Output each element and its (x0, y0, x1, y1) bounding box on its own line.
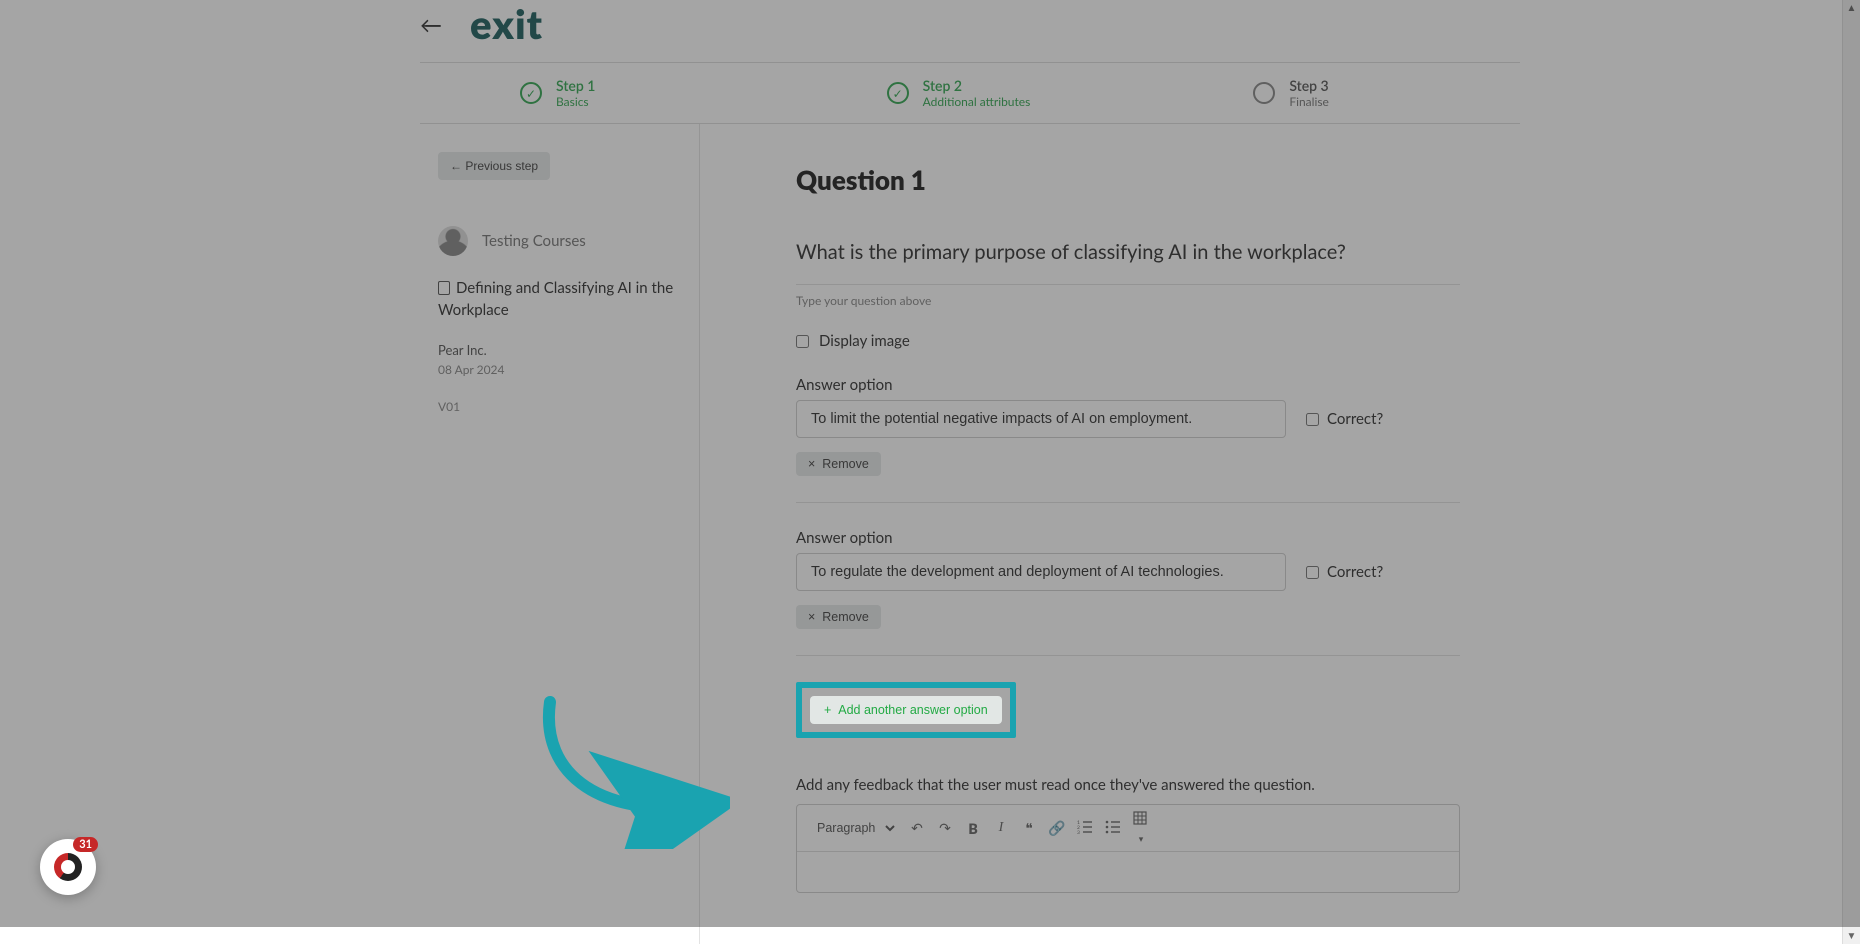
close-icon: × (808, 457, 815, 471)
answer-option: Answer option Correct? × Remove (796, 376, 1460, 476)
circle-icon (1253, 82, 1275, 104)
scroll-down-icon[interactable]: ▼ (1843, 930, 1860, 942)
remove-answer-button[interactable]: × Remove (796, 605, 881, 629)
document-icon (438, 281, 450, 295)
step-1[interactable]: ✓ Step 1 Basics (420, 63, 787, 123)
correct-checkbox[interactable] (1306, 566, 1319, 579)
feedback-editor: Paragraph ↶ ↷ B I ❝ 🔗 123 (796, 804, 1460, 893)
scroll-up-icon[interactable]: ▲ (1843, 2, 1860, 14)
help-icon (54, 853, 82, 881)
answer-input[interactable] (796, 400, 1286, 438)
svg-text:3: 3 (1077, 830, 1080, 834)
question-heading: Question 1 (796, 164, 1460, 196)
answer-label: Answer option (796, 376, 1460, 394)
add-answer-button[interactable]: + Add another answer option (810, 696, 1002, 724)
table-icon[interactable]: ▾ (1132, 811, 1150, 845)
document-date: 08 Apr 2024 (438, 362, 681, 377)
help-bubble[interactable]: 31 (40, 839, 96, 895)
display-image-checkbox[interactable] (796, 335, 809, 348)
brand-logo: exit (470, 0, 543, 48)
close-icon: × (808, 610, 815, 624)
correct-checkbox[interactable] (1306, 413, 1319, 426)
question-hint: Type your question above (796, 293, 1460, 308)
step-title: Step 3 (1289, 77, 1329, 94)
undo-icon[interactable]: ↶ (908, 819, 926, 837)
document-title: Defining and Classifying AI in the Workp… (438, 278, 681, 322)
back-arrow-icon[interactable]: ← (420, 11, 442, 38)
user-name: Testing Courses (482, 232, 586, 250)
stepper: ✓ Step 1 Basics ✓ Step 2 Additional attr… (420, 62, 1520, 124)
unordered-list-icon[interactable] (1104, 820, 1122, 837)
sidebar: ← Previous step Testing Courses Defining… (420, 124, 700, 944)
step-2[interactable]: ✓ Step 2 Additional attributes (787, 63, 1154, 123)
editor-toolbar: Paragraph ↶ ↷ B I ❝ 🔗 123 (797, 805, 1459, 852)
step-3[interactable]: Step 3 Finalise (1153, 63, 1520, 123)
check-icon: ✓ (887, 82, 909, 104)
correct-toggle[interactable]: Correct? (1306, 410, 1383, 428)
feedback-label: Add any feedback that the user must read… (796, 776, 1460, 794)
correct-toggle[interactable]: Correct? (1306, 563, 1383, 581)
main-content: Question 1 What is the primary purpose o… (700, 124, 1520, 944)
correct-label: Correct? (1327, 410, 1383, 428)
step-title: Step 2 (923, 77, 1031, 94)
bold-icon[interactable]: B (964, 820, 982, 837)
answer-option: Answer option Correct? × Remove (796, 529, 1460, 629)
divider (796, 655, 1460, 656)
plus-icon: + (824, 703, 831, 717)
check-icon: ✓ (520, 82, 542, 104)
italic-icon[interactable]: I (992, 820, 1010, 836)
editor-body[interactable] (797, 852, 1459, 892)
step-title: Step 1 (556, 77, 595, 94)
step-subtitle: Additional attributes (923, 94, 1031, 109)
document-version: V01 (438, 399, 681, 414)
step-subtitle: Basics (556, 94, 595, 109)
previous-step-button[interactable]: ← Previous step (438, 152, 550, 180)
link-icon[interactable]: 🔗 (1048, 819, 1066, 837)
paragraph-style-select[interactable]: Paragraph (807, 816, 898, 840)
notification-badge: 31 (73, 837, 98, 852)
answer-label: Answer option (796, 529, 1460, 547)
chevron-down-icon: ▾ (1139, 833, 1144, 844)
answer-input[interactable] (796, 553, 1286, 591)
step-subtitle: Finalise (1289, 94, 1329, 109)
add-answer-highlight: + Add another answer option (796, 682, 1016, 738)
divider (796, 502, 1460, 503)
quote-icon[interactable]: ❝ (1020, 819, 1038, 837)
org-name: Pear Inc. (438, 342, 681, 358)
question-text[interactable]: What is the primary purpose of classifyi… (796, 238, 1460, 285)
ordered-list-icon[interactable]: 123 (1076, 820, 1094, 837)
redo-icon[interactable]: ↷ (936, 819, 954, 837)
display-image-toggle[interactable]: Display image (796, 332, 1460, 350)
avatar (438, 226, 468, 256)
remove-answer-button[interactable]: × Remove (796, 452, 881, 476)
scrollbar[interactable]: ▲ ▼ (1842, 0, 1860, 944)
display-image-label: Display image (819, 332, 910, 350)
correct-label: Correct? (1327, 563, 1383, 581)
